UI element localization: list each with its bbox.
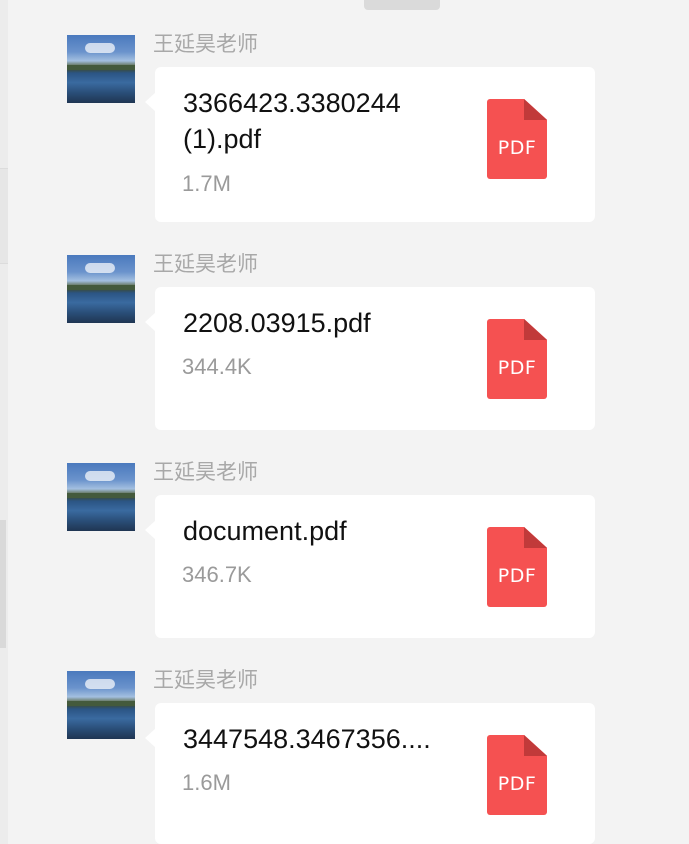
- pdf-icon-label: PDF: [497, 773, 537, 795]
- sender-name: 王延昊老师: [153, 252, 258, 276]
- side-panel-segment: [0, 168, 8, 264]
- avatar-cloud: [85, 263, 115, 273]
- avatar-cloud: [85, 471, 115, 481]
- pdf-file-icon: PDF: [487, 99, 547, 179]
- file-card[interactable]: 2208.03915.pdf 344.4K PDF: [145, 287, 595, 430]
- pdf-icon-label: PDF: [497, 137, 537, 159]
- sender-avatar[interactable]: [67, 671, 135, 739]
- side-panel-edge: [0, 0, 8, 844]
- avatar-shore: [67, 65, 135, 70]
- file-size: 344.4K: [182, 354, 252, 379]
- sender-name: 王延昊老师: [153, 32, 258, 56]
- file-name: 3447548.3467356....: [183, 724, 431, 754]
- file-size: 346.7K: [182, 562, 252, 587]
- sender-avatar[interactable]: [67, 35, 135, 103]
- sender-name: 王延昊老师: [153, 460, 258, 484]
- avatar-cloud: [85, 43, 115, 53]
- pdf-file-icon: PDF: [487, 319, 547, 399]
- pdf-file-icon: PDF: [487, 735, 547, 815]
- pdf-icon-label: PDF: [497, 565, 537, 587]
- load-more-tab[interactable]: [364, 0, 440, 10]
- avatar-cloud: [85, 679, 115, 689]
- file-card[interactable]: document.pdf 346.7K PDF: [145, 495, 595, 638]
- file-card[interactable]: 3447548.3467356.... 1.6M PDF: [145, 703, 595, 844]
- file-name: 2208.03915.pdf: [183, 308, 371, 338]
- file-name: 3366423.3380244 (1).pdf: [183, 88, 401, 154]
- sender-avatar[interactable]: [67, 255, 135, 323]
- sender-name: 王延昊老师: [153, 668, 258, 692]
- file-size: 1.6M: [182, 770, 231, 795]
- pdf-icon-label: PDF: [497, 357, 537, 379]
- avatar-shore: [67, 493, 135, 498]
- side-scrollbar[interactable]: [0, 520, 6, 648]
- sender-avatar[interactable]: [67, 463, 135, 531]
- avatar-shore: [67, 285, 135, 290]
- file-name: document.pdf: [183, 516, 347, 546]
- pdf-file-icon: PDF: [487, 527, 547, 607]
- avatar-shore: [67, 701, 135, 706]
- file-card[interactable]: 3366423.3380244 (1).pdf 1.7M PDF: [145, 67, 595, 222]
- file-size: 1.7M: [182, 171, 231, 196]
